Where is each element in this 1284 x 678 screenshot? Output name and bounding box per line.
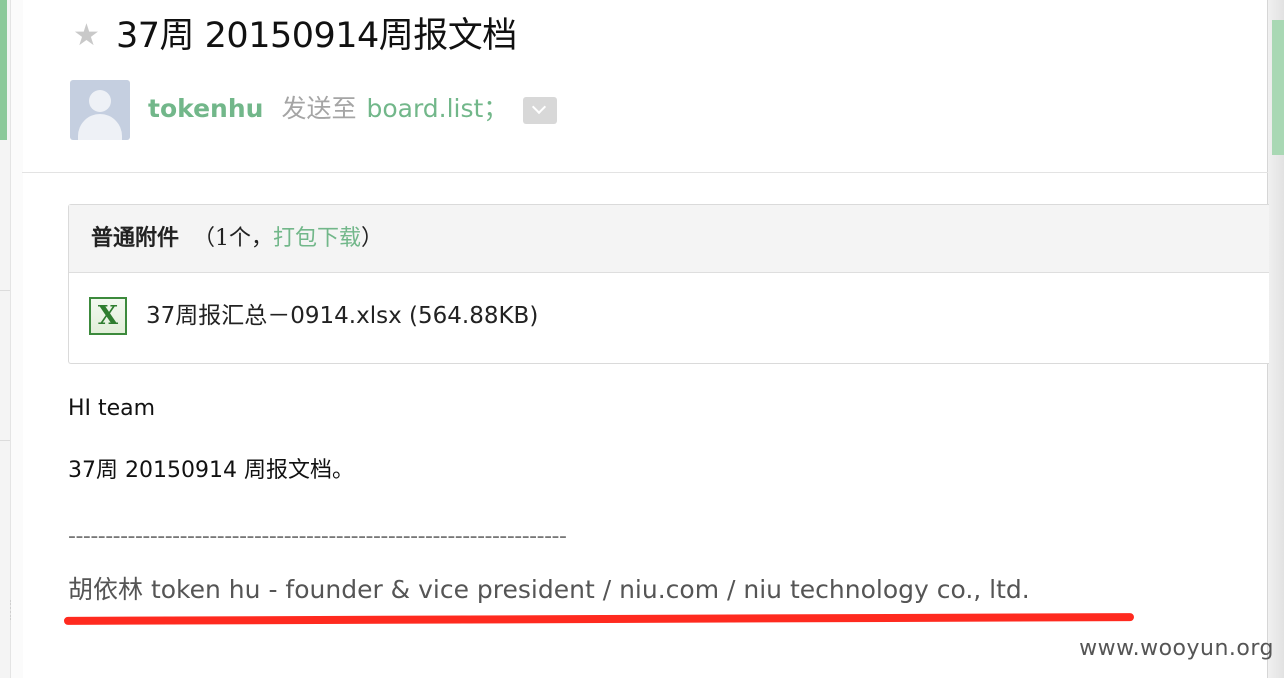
email-signature: 胡依林 token hu - founder & vice president …	[68, 575, 1030, 604]
right-panel-edge	[1267, 0, 1284, 678]
watermark: www.wooyun.org	[1079, 636, 1274, 661]
star-icon[interactable]: ★	[73, 18, 100, 54]
sender-name[interactable]: tokenhu	[148, 94, 263, 123]
avatar-body-shape	[78, 114, 122, 140]
chevron-down-icon	[531, 99, 547, 115]
left-panel-edge	[0, 0, 12, 678]
left-panel-divider	[0, 440, 10, 441]
attachments-header: 普通附件 （1个，打包下载）	[69, 205, 1269, 273]
attachment-filename[interactable]: 37周报汇总－0914.xlsx (564.88KB)	[146, 297, 538, 335]
panel-gutter	[11, 0, 23, 678]
download-all-link[interactable]: 打包下载	[273, 226, 361, 251]
attachments-count: （1个，	[193, 226, 274, 251]
left-panel-selected-accent	[0, 0, 7, 140]
signature-separator: ----------------------------------------…	[68, 524, 567, 549]
red-highlight-underline	[63, 613, 1135, 625]
header-divider	[22, 172, 1268, 173]
expand-recipients-button[interactable]	[523, 97, 557, 124]
body-greeting: HI team	[68, 396, 156, 421]
left-panel-divider	[0, 290, 10, 291]
body-text: 37周 20150914 周报文档。	[68, 458, 354, 483]
avatar-head-shape	[89, 90, 111, 112]
email-subject: 37周 20150914周报文档	[116, 16, 517, 56]
attachments-count-close: ）	[361, 226, 384, 251]
excel-file-icon: X	[89, 297, 127, 335]
sender-row: tokenhu 发送至 board.list；	[148, 92, 508, 126]
attachments-title: 普通附件	[91, 225, 180, 251]
avatar[interactable]	[70, 80, 130, 140]
excel-icon-glyph: X	[97, 301, 119, 331]
recipients-link[interactable]: board.list；	[366, 94, 508, 123]
attachments-panel: 普通附件 （1个，打包下载） X 37周报汇总－0914.xlsx (564.88…	[68, 204, 1269, 364]
right-panel-accent	[1272, 20, 1284, 155]
sent-to-label: 发送至	[281, 94, 357, 123]
